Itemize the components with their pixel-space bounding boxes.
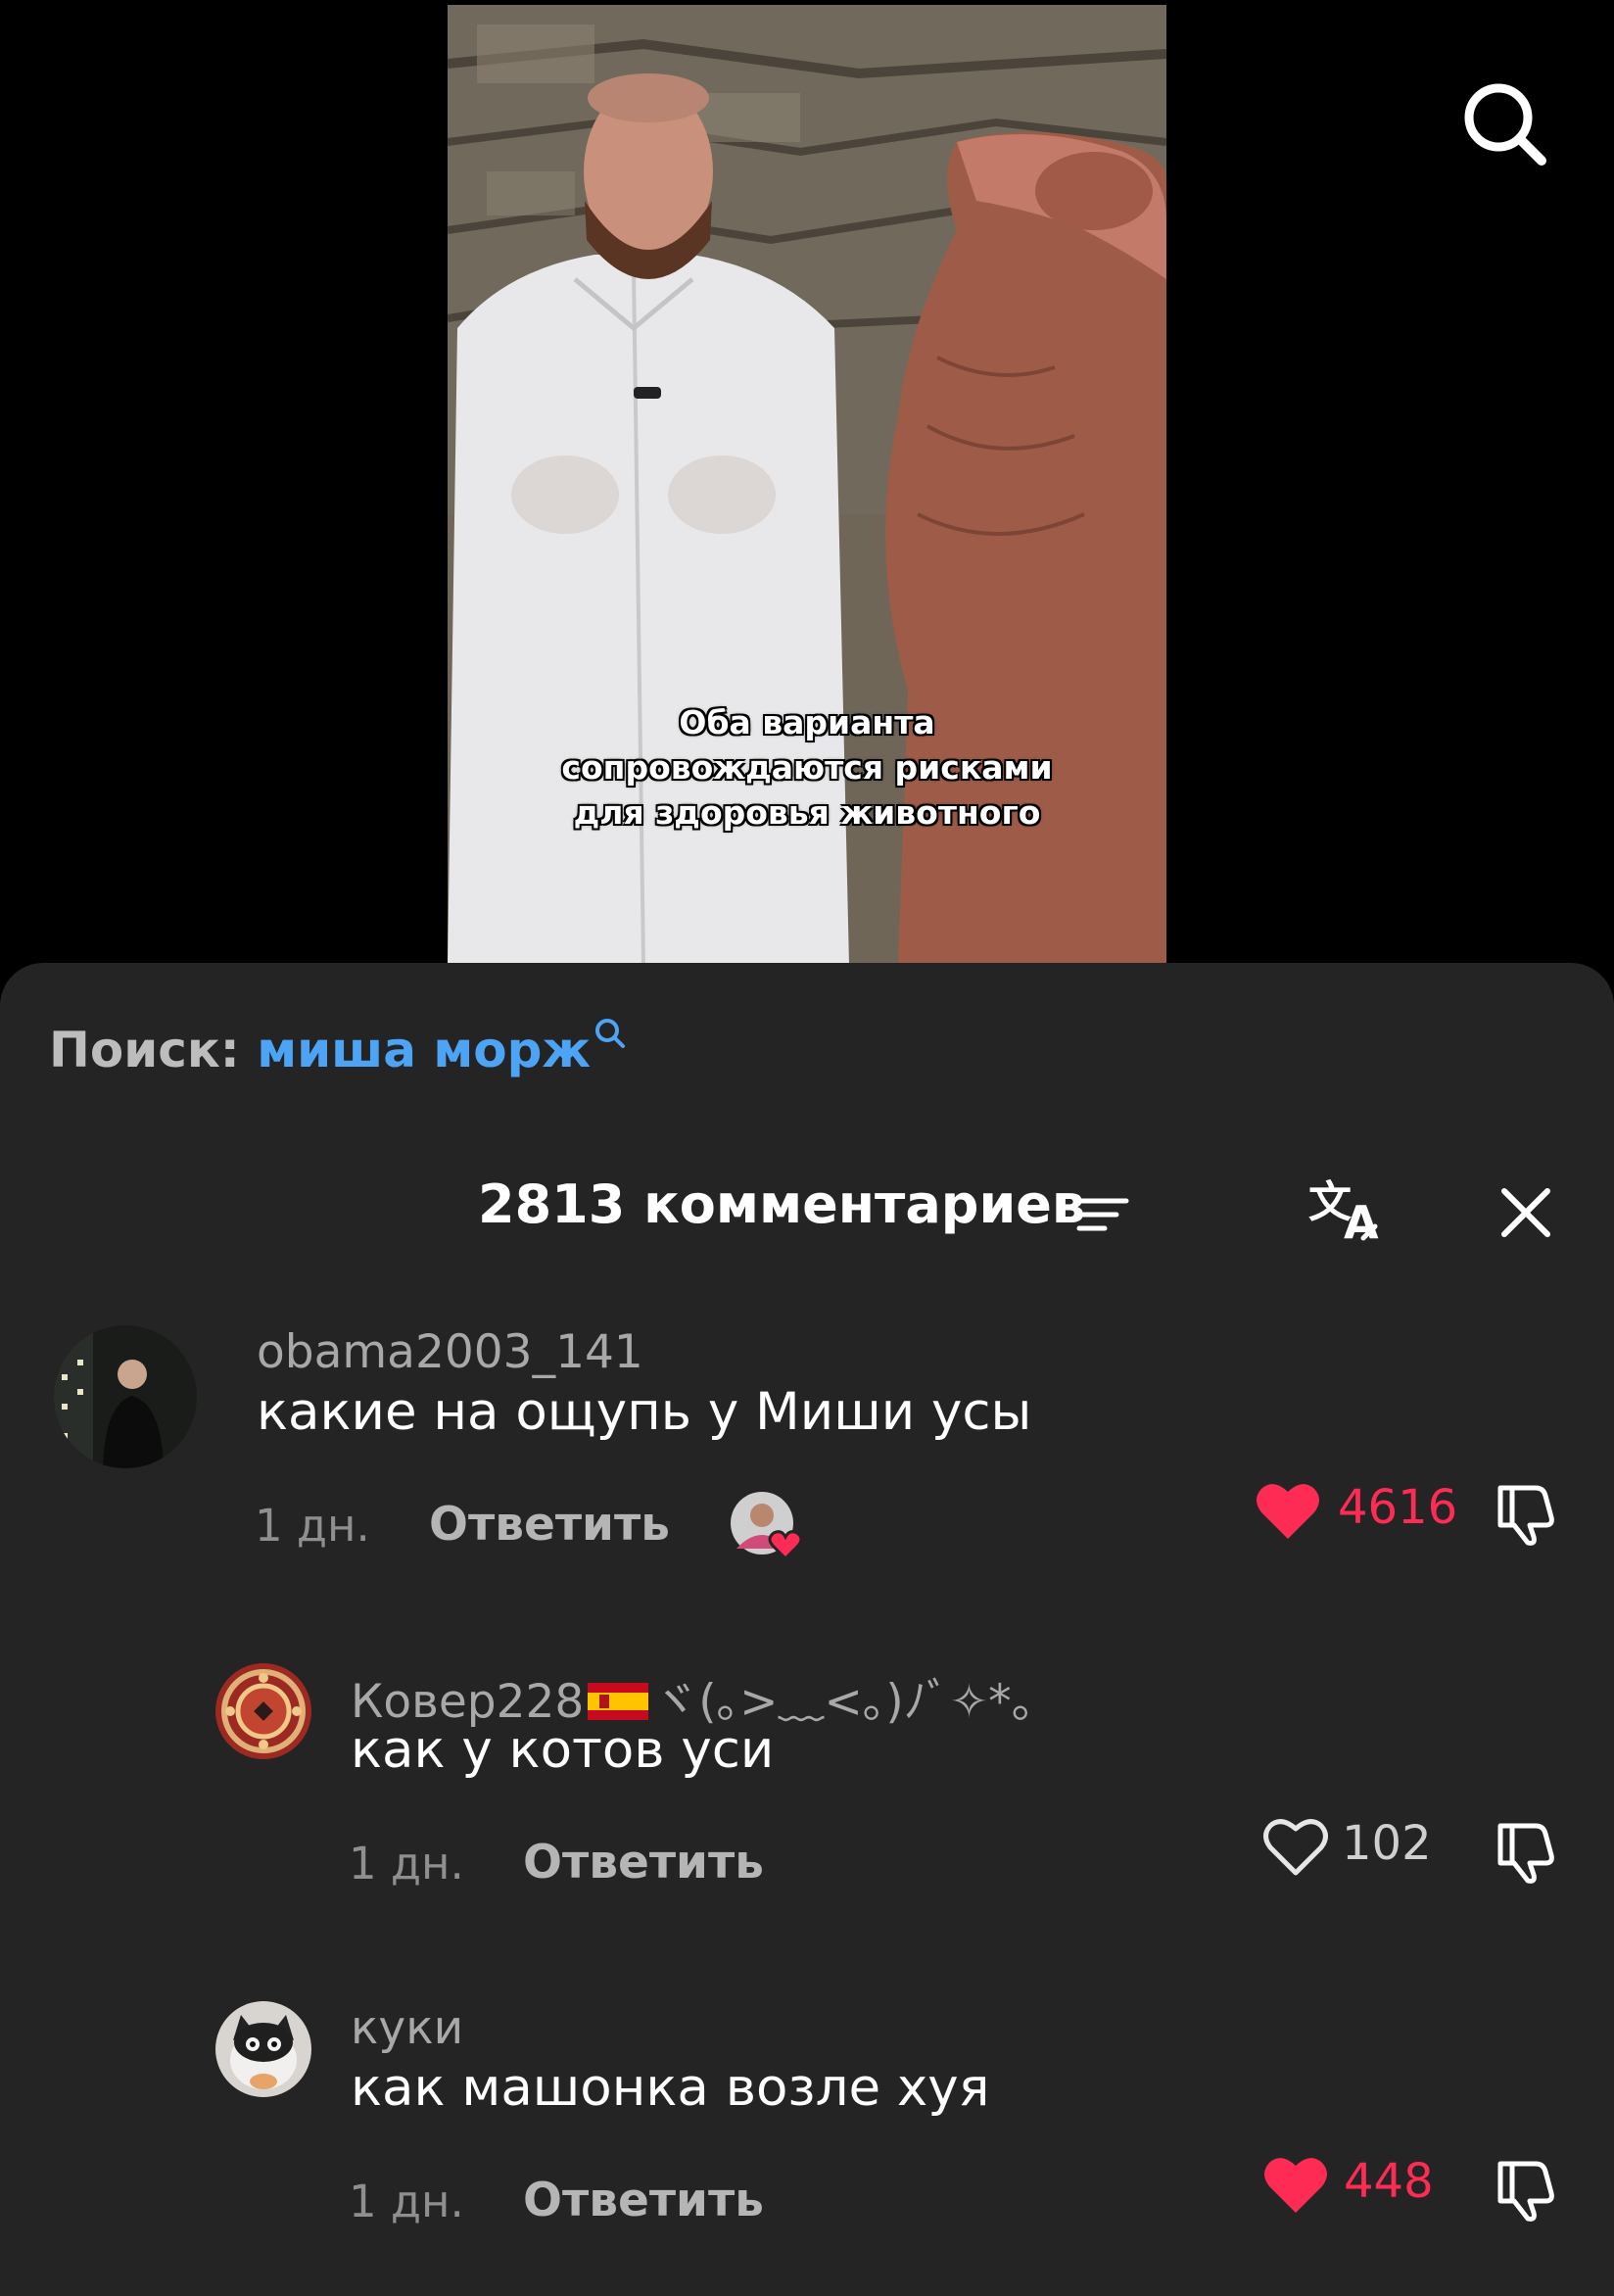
like-button[interactable]: 448 bbox=[1261, 2146, 1438, 2224]
svg-text:A: A bbox=[1344, 1196, 1379, 1248]
reply-button[interactable]: Ответить bbox=[523, 2174, 764, 2227]
comments-sheet: Поиск: миша морж 2813 комментариев 文 A o… bbox=[0, 963, 1614, 2296]
comment-username[interactable]: obama2003_141 bbox=[257, 1325, 643, 1379]
avatar-image bbox=[215, 2001, 311, 2097]
search-button[interactable] bbox=[1457, 76, 1551, 170]
comment-text: как машонка возле хуя bbox=[351, 2058, 990, 2118]
comment-timestamp: 1 дн. bbox=[349, 2176, 464, 2227]
avatar-image bbox=[54, 1325, 197, 1468]
search-icon bbox=[1464, 83, 1546, 166]
thumbs-down-icon[interactable] bbox=[1491, 1480, 1559, 1549]
spain-flag-icon bbox=[588, 1682, 649, 1720]
avatar-image bbox=[215, 1663, 311, 1759]
creator-liked-badge bbox=[729, 1490, 803, 1561]
video-player[interactable]: Оба варианта сопровождаются рисками для … bbox=[0, 0, 1614, 965]
like-button[interactable]: 4616 bbox=[1254, 1472, 1457, 1551]
comments-header: 2813 комментариев 文 A bbox=[0, 1173, 1614, 1248]
comment-item: obama2003_141 какие на ощупь у Миши усы … bbox=[0, 1325, 1614, 1561]
translate-icon[interactable]: 文 A bbox=[1306, 1173, 1389, 1248]
subtitle-line-1: Оба варианта bbox=[679, 703, 935, 741]
search-suggestion-term[interactable]: миша морж bbox=[257, 1022, 591, 1078]
close-icon[interactable] bbox=[1498, 1185, 1553, 1240]
comment-text: как у котов уси bbox=[351, 1720, 775, 1780]
subtitle-line-3: для здоровья животного bbox=[573, 793, 1041, 832]
comment-count-title: 2813 комментариев bbox=[478, 1173, 1086, 1235]
reply-button[interactable]: Ответить bbox=[429, 1498, 670, 1552]
like-count: 4616 bbox=[1338, 1480, 1458, 1535]
subtitle-line-2: сопровождаются рисками bbox=[561, 748, 1053, 787]
avatar[interactable] bbox=[215, 2001, 311, 2097]
creator-avatar-heart-icon bbox=[731, 1492, 803, 1561]
comment-username[interactable]: куки bbox=[351, 2001, 463, 2055]
video-subtitle: Оба варианта сопровождаются рисками для … bbox=[448, 700, 1166, 836]
like-count: 448 bbox=[1344, 2154, 1434, 2209]
like-button[interactable]: 102 bbox=[1261, 1808, 1438, 1887]
search-icon bbox=[595, 1019, 626, 1048]
reply-button[interactable]: Ответить bbox=[523, 1836, 764, 1889]
comment-item: куки как машонка возле хуя 1 дн. Ответит… bbox=[0, 2001, 1614, 2227]
thumbs-down-icon[interactable] bbox=[1491, 1818, 1559, 1887]
like-count: 102 bbox=[1342, 1816, 1432, 1871]
comment-timestamp: 1 дн. bbox=[255, 1500, 370, 1552]
sort-filter-icon[interactable] bbox=[1075, 1195, 1130, 1234]
heart-icon bbox=[1257, 1484, 1319, 1539]
comment-item: Ковер228 ヾ(｡>﹏<｡)ﾉﾞ✧*。 как у котов уси 1… bbox=[0, 1663, 1614, 1889]
video-frame[interactable]: Оба варианта сопровождаются рисками для … bbox=[448, 5, 1166, 965]
heart-icon bbox=[1263, 1819, 1328, 1876]
thumbs-down-icon[interactable] bbox=[1491, 2156, 1559, 2224]
comment-timestamp: 1 дн. bbox=[349, 1838, 464, 1889]
search-suggestion-prefix: Поиск: bbox=[49, 1022, 240, 1078]
avatar[interactable] bbox=[215, 1663, 311, 1759]
heart-icon bbox=[1264, 2158, 1327, 2213]
comment-text: какие на ощупь у Миши усы bbox=[257, 1382, 1032, 1442]
avatar[interactable] bbox=[54, 1325, 197, 1468]
search-suggestion[interactable]: Поиск: миша морж bbox=[49, 1019, 628, 1078]
